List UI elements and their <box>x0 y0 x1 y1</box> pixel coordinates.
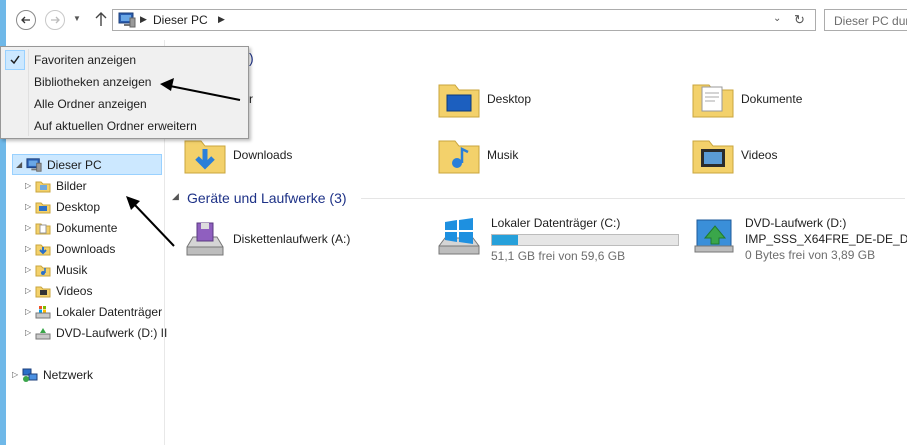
folder-name: Downloads <box>233 148 293 162</box>
floppy-drive-icon <box>186 222 224 256</box>
expand-caret-icon[interactable]: ▷ <box>25 181 35 190</box>
drive-item-floppy[interactable]: Diskettenlaufwerk (A:) <box>183 214 350 264</box>
folder-item-documents[interactable]: Dokumente <box>691 74 802 124</box>
recent-locations-button[interactable]: ▼ <box>73 14 81 23</box>
tree-label: Bilder <box>56 178 87 193</box>
tree-item-local-disk[interactable]: ▷ Lokaler Datenträger <box>25 301 162 322</box>
folder-item-music[interactable]: Musik <box>437 130 518 180</box>
hard-drive-icon <box>438 218 480 255</box>
expand-caret-icon[interactable]: ▷ <box>25 328 35 337</box>
chevron-down-icon: ▼ <box>73 14 81 23</box>
tree-label: Desktop <box>56 199 101 214</box>
documents-folder-icon <box>35 223 51 234</box>
back-button[interactable] <box>16 10 36 30</box>
folder-name: Desktop <box>487 92 532 106</box>
up-arrow-icon <box>95 12 107 26</box>
address-dropdown-button[interactable]: ⌄ <box>773 13 781 24</box>
menu-item-label: Auf aktuellen Ordner erweitern <box>34 119 197 133</box>
downloads-folder-icon <box>35 244 51 255</box>
tree-item-documents[interactable]: ▷ Dokumente <box>25 217 117 238</box>
collapse-group-icon[interactable]: ◢ <box>172 191 179 202</box>
drive-volume-label: IMP_SSS_X64FRE_DE-DE_DV5 <box>745 232 907 246</box>
tree-item-this-pc[interactable]: ◢ Dieser PC <box>12 154 162 175</box>
devices-group-header[interactable]: Geräte und Laufwerke (3) <box>187 190 347 206</box>
documents-folder-icon <box>692 84 734 118</box>
tree-label: DVD-Laufwerk (D:) II <box>56 325 168 340</box>
tree-item-videos[interactable]: ▷ Videos <box>25 280 92 301</box>
chevron-right-icon: ▶ <box>140 14 147 24</box>
forward-button[interactable] <box>45 10 65 30</box>
up-button[interactable] <box>94 11 108 30</box>
videos-folder-icon <box>35 286 51 297</box>
tree-item-music[interactable]: ▷ Musik <box>25 259 87 280</box>
menu-item-label: Bibliotheken anzeigen <box>34 75 152 89</box>
videos-folder-icon <box>692 140 734 174</box>
folder-item-desktop[interactable]: Desktop <box>437 74 531 124</box>
menu-item-show-all-folders[interactable]: Alle Ordner anzeigen <box>2 93 248 115</box>
desktop-folder-icon <box>35 202 51 213</box>
folder-name: Videos <box>741 148 778 162</box>
nav-pane-context-menu: Favoriten anzeigen Bibliotheken anzeigen… <box>0 46 249 139</box>
drive-free-space: 0 Bytes frei von 3,89 GB <box>745 248 876 262</box>
folder-name: Dokumente <box>741 92 803 106</box>
menu-item-expand-to-folder[interactable]: Auf aktuellen Ordner erweitern <box>2 115 248 137</box>
chevron-down-icon: ⌄ <box>773 13 782 24</box>
music-folder-icon <box>438 140 480 174</box>
folder-name: Musik <box>487 148 519 162</box>
chevron-right-icon[interactable]: ▶ <box>218 14 225 25</box>
dvd-drive-icon <box>35 327 51 339</box>
expand-caret-icon[interactable]: ▷ <box>25 265 35 274</box>
group-divider <box>361 198 905 199</box>
menu-item-label: Alle Ordner anzeigen <box>34 97 147 111</box>
dvd-drive-icon <box>694 219 734 253</box>
tree-label: Dieser PC <box>47 157 102 172</box>
expand-caret-icon[interactable]: ▷ <box>25 307 35 316</box>
tree-item-network[interactable]: ▷ Netzwerk <box>12 364 93 385</box>
refresh-button[interactable]: ↻ <box>794 12 805 28</box>
address-bar[interactable]: ▶ Dieser PC ▶ ⌄ ↻ <box>112 9 816 31</box>
drive-usage-fill <box>492 235 519 245</box>
downloads-folder-icon <box>184 140 226 174</box>
tree-label: Downloads <box>56 241 116 256</box>
computer-icon <box>118 12 136 28</box>
tree-label: Lokaler Datenträger <box>56 304 163 319</box>
search-box[interactable]: Dieser PC durchsuchen <box>824 9 907 31</box>
tree-item-desktop[interactable]: ▷ Desktop <box>25 196 100 217</box>
tree-label: Videos <box>56 283 93 298</box>
folders-group-header[interactable]: ) <box>249 50 254 66</box>
expand-caret-icon[interactable]: ▷ <box>25 244 35 253</box>
tree-item-pictures[interactable]: ▷ Bilder <box>25 175 87 196</box>
drive-name: Lokaler Datenträger (C:) <box>491 216 621 230</box>
computer-icon <box>26 157 42 172</box>
expand-caret-open-icon[interactable]: ◢ <box>16 160 26 169</box>
hard-drive-icon <box>35 305 51 318</box>
music-folder-icon <box>35 265 51 276</box>
expand-caret-icon[interactable]: ▷ <box>25 202 35 211</box>
tree-label: Netzwerk <box>43 367 94 382</box>
menu-item-label: Favoriten anzeigen <box>34 53 137 67</box>
address-crumb-this-pc[interactable]: Dieser PC <box>153 13 208 27</box>
tree-label: Dokumente <box>56 220 118 235</box>
back-arrow-icon <box>21 16 30 24</box>
expand-caret-icon[interactable]: ▷ <box>25 286 35 295</box>
menu-item-show-libraries[interactable]: Bibliotheken anzeigen <box>2 71 248 93</box>
network-icon <box>22 368 38 382</box>
tree-item-downloads[interactable]: ▷ Downloads <box>25 238 115 259</box>
drive-name: Diskettenlaufwerk (A:) <box>233 232 351 246</box>
search-input[interactable]: Dieser PC durchsuchen <box>834 14 907 28</box>
expand-caret-icon[interactable]: ▷ <box>12 370 22 379</box>
tree-label: Musik <box>56 262 88 277</box>
pictures-folder-icon <box>35 181 51 192</box>
checkmark-icon <box>5 50 25 70</box>
expand-caret-icon[interactable]: ▷ <box>25 223 35 232</box>
desktop-folder-icon <box>438 84 480 118</box>
drive-free-space: 51,1 GB frei von 59,6 GB <box>491 249 626 263</box>
folder-item-videos[interactable]: Videos <box>691 130 777 180</box>
drive-name: DVD-Laufwerk (D:) <box>745 216 847 230</box>
forward-arrow-icon <box>51 16 60 24</box>
tree-item-dvd-drive[interactable]: ▷ DVD-Laufwerk (D:) II <box>25 322 167 343</box>
drive-usage-bar <box>491 234 679 246</box>
menu-item-show-favorites[interactable]: Favoriten anzeigen <box>2 49 248 71</box>
refresh-icon: ↻ <box>794 12 805 27</box>
